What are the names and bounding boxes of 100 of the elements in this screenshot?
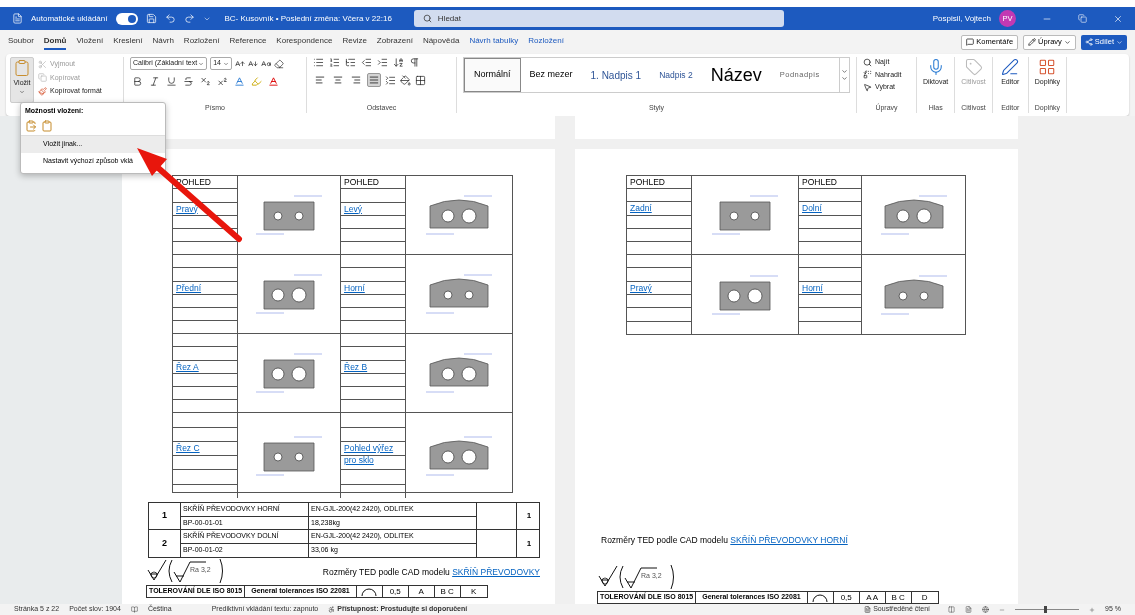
- quantity: 1: [525, 537, 533, 550]
- bullets-icon[interactable]: [313, 57, 324, 68]
- clipboard-icon: [13, 58, 31, 78]
- print-layout-icon[interactable]: [965, 606, 973, 613]
- change-case-icon[interactable]: [261, 58, 272, 69]
- model-link[interactable]: SKŘÍŇ PŘEVODOVKY: [452, 567, 540, 578]
- brush-icon: [38, 86, 47, 96]
- sort-icon[interactable]: [393, 57, 404, 68]
- view-link[interactable]: Zadní: [630, 202, 688, 215]
- caret-icon: [198, 60, 205, 67]
- caption-text: Rozměry TED podle CAD modelu SKŘÍŇ PŘEVODOVKY: [322, 567, 540, 578]
- user-name[interactable]: Pospisil, Vojtech: [932, 12, 991, 25]
- keep-formatting-icon[interactable]: [25, 119, 37, 132]
- tolerance-cell: B C: [885, 592, 912, 603]
- pencil-icon: [1028, 38, 1037, 46]
- ribbon-tab[interactable]: Vložení: [76, 34, 104, 50]
- caret-icon: [223, 60, 230, 67]
- strikethrough-icon[interactable]: [183, 76, 194, 87]
- style-item[interactable]: Název: [701, 58, 771, 92]
- ribbon-tab[interactable]: Návrh tabulky: [469, 34, 519, 50]
- ribbon-tab[interactable]: Nápověda: [422, 34, 460, 50]
- view-link[interactable]: Řez B: [344, 360, 402, 373]
- grid-icon: [1038, 57, 1057, 77]
- ribbon-tab[interactable]: Reference: [229, 34, 267, 50]
- align-button[interactable]: [313, 73, 327, 87]
- pen-icon: [1001, 57, 1020, 77]
- view-link[interactable]: Pohled výřez pro sklo: [344, 441, 402, 466]
- column-header: POHLED: [802, 177, 837, 187]
- view-link[interactable]: Řez A: [176, 360, 234, 373]
- line-spacing-icon[interactable]: [385, 74, 396, 86]
- search-icon: [863, 57, 872, 67]
- tolerance-cell: 0,5: [382, 586, 409, 598]
- ribbon-tab[interactable]: Revize: [342, 34, 367, 50]
- subscript-icon[interactable]: [200, 76, 211, 87]
- shrink-font-icon[interactable]: [248, 58, 259, 69]
- search-field[interactable]: Hledat: [413, 10, 784, 27]
- view-link[interactable]: Pravý: [630, 281, 688, 294]
- close-icon[interactable]: [1113, 13, 1123, 24]
- model-link[interactable]: SKŘÍŇ PŘEVODOVKY HORNÍ: [730, 535, 848, 545]
- tolerance-cell: 0,5: [833, 592, 860, 603]
- multilevel-list-icon[interactable]: [345, 57, 356, 68]
- view-link[interactable]: Levý: [344, 202, 402, 215]
- web-layout-icon[interactable]: [982, 606, 990, 613]
- ribbon-tab[interactable]: Domů: [43, 34, 67, 50]
- style-item[interactable]: Normální: [464, 58, 521, 92]
- increase-indent-icon[interactable]: [377, 57, 388, 68]
- font-color-icon[interactable]: [268, 76, 279, 87]
- read-mode-icon[interactable]: [948, 606, 956, 613]
- italic-icon[interactable]: [149, 76, 160, 87]
- parenthesis-icon: [669, 564, 676, 590]
- text-effects-icon[interactable]: [234, 76, 245, 87]
- undo-icon[interactable]: [164, 13, 176, 24]
- pilcrow-icon[interactable]: [409, 57, 420, 68]
- view-link[interactable]: Přední: [176, 281, 234, 294]
- align-button[interactable]: [331, 73, 345, 87]
- clear-format-icon[interactable]: [274, 58, 285, 69]
- restore-icon[interactable]: [1078, 14, 1087, 23]
- part-drawing: [710, 192, 780, 238]
- ribbon-tab[interactable]: Návrh: [152, 34, 174, 50]
- tolerance-cell: A A: [859, 592, 886, 603]
- align-button[interactable]: [349, 73, 363, 87]
- ribbon-tab[interactable]: Korespondence: [276, 34, 333, 50]
- autosave-toggle[interactable]: [115, 12, 138, 25]
- view-link[interactable]: Horní: [344, 281, 402, 294]
- bold-icon[interactable]: [132, 76, 143, 87]
- style-item[interactable]: Nadpis 2: [650, 58, 702, 92]
- part-drawing: [878, 192, 949, 238]
- align-button[interactable]: [367, 73, 381, 87]
- style-item[interactable]: Bez mezer: [520, 58, 582, 92]
- proofing-icon[interactable]: [130, 606, 138, 613]
- save-icon[interactable]: [145, 13, 157, 24]
- superscript-icon[interactable]: [217, 76, 228, 87]
- shading-icon[interactable]: [400, 74, 411, 86]
- comment-icon: [966, 38, 975, 46]
- ribbon-tab[interactable]: Zobrazení: [376, 34, 413, 50]
- parenthesis-icon: [218, 558, 225, 585]
- document-title[interactable]: BC- Kusovník • Poslední změna: Včera v 22:16: [224, 12, 392, 25]
- view-link[interactable]: Dolní: [802, 202, 858, 215]
- tag-icon: [964, 57, 983, 77]
- view-link[interactable]: Řez C: [176, 441, 234, 454]
- ribbon-tab[interactable]: Rozložení: [183, 34, 220, 50]
- numbering-icon[interactable]: [329, 57, 340, 68]
- decrease-indent-icon[interactable]: [361, 57, 372, 68]
- copy-icon: [38, 73, 47, 83]
- picture-paste-icon[interactable]: [41, 119, 53, 132]
- tolerance-cell-text: K: [470, 586, 478, 598]
- app-icon[interactable]: [12, 13, 23, 24]
- underline-icon[interactable]: [166, 76, 177, 87]
- view-link[interactable]: Pravý: [176, 202, 234, 215]
- style-item[interactable]: 1. Nadpis 1: [581, 58, 651, 92]
- ribbon-tab[interactable]: Kreslení: [113, 34, 143, 50]
- tolerance-cell-text: D: [920, 592, 929, 603]
- ribbon-tab[interactable]: Soubor: [8, 34, 34, 50]
- redo-icon[interactable]: [183, 13, 195, 24]
- view-link[interactable]: Horní: [802, 281, 858, 294]
- ribbon-tab[interactable]: Rozložení: [528, 34, 564, 50]
- grow-font-icon[interactable]: [235, 58, 246, 69]
- quantity: 1: [525, 510, 533, 523]
- borders-icon[interactable]: [415, 74, 426, 86]
- item-number: 2: [149, 530, 181, 558]
